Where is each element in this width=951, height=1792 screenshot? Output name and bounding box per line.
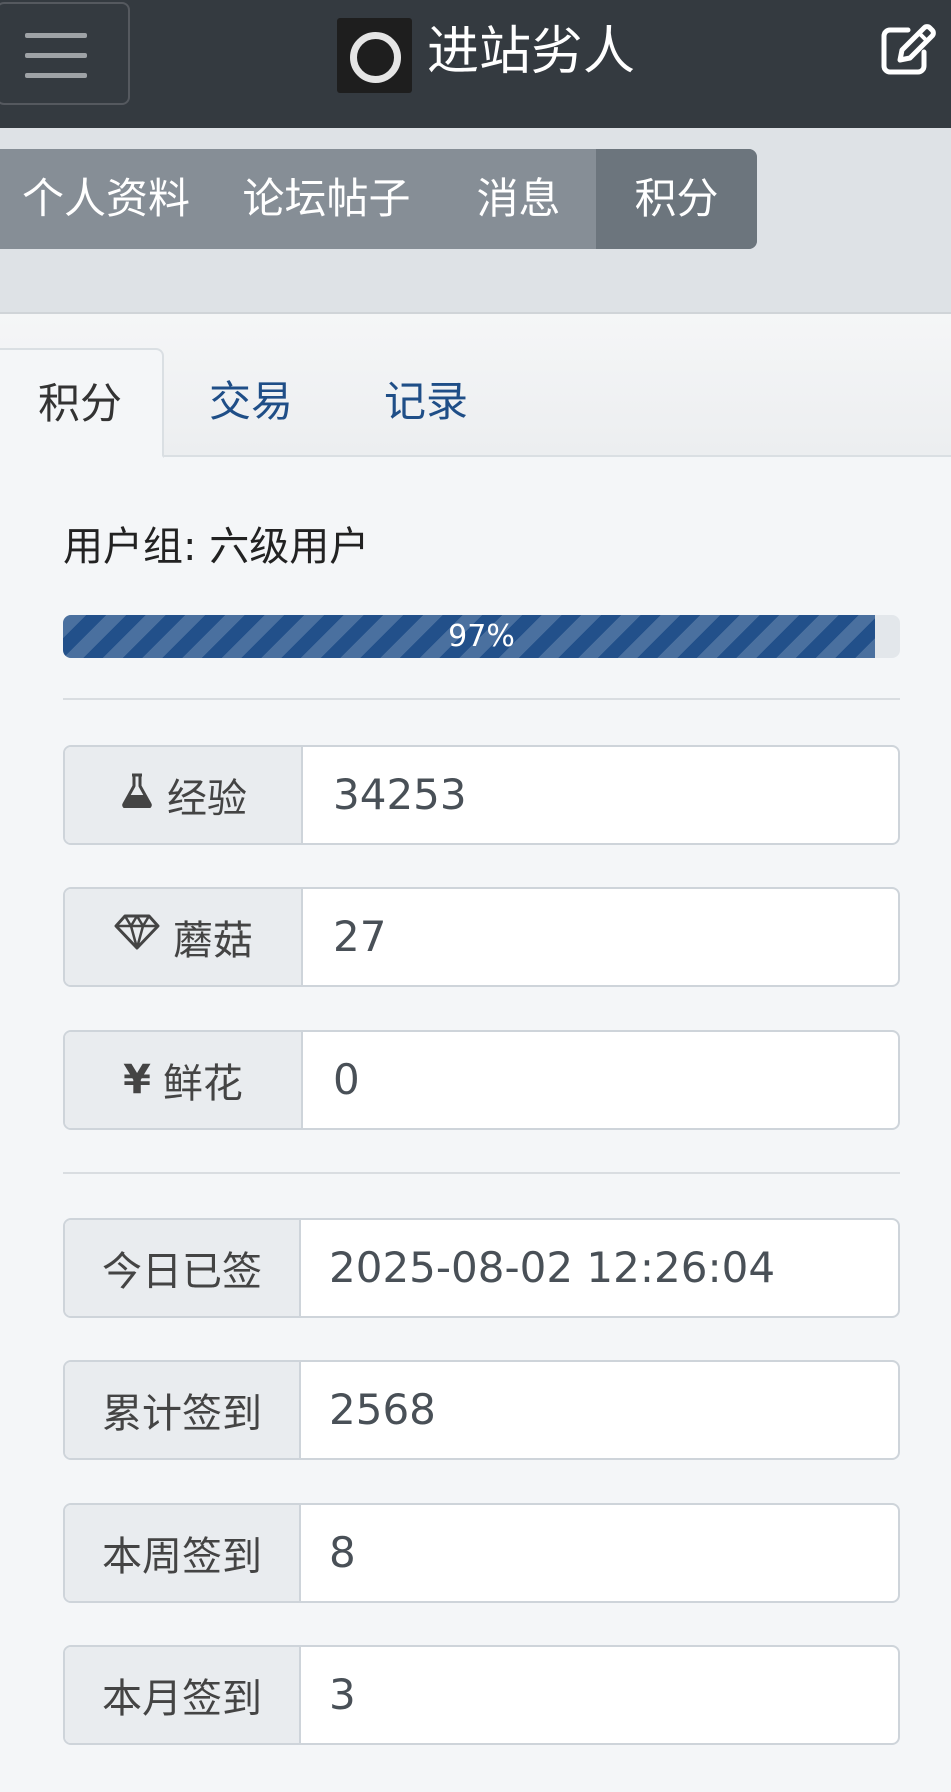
tab-bar: 积分 交易 记录 bbox=[0, 314, 951, 458]
progress-text: 97% bbox=[448, 619, 515, 654]
points-value-flowers[interactable]: 0 bbox=[333, 1032, 360, 1128]
checkin-value-total[interactable]: 2568 bbox=[329, 1362, 436, 1458]
hamburger-menu-icon-bar bbox=[25, 53, 87, 58]
points-label-addon: 经验 bbox=[65, 747, 303, 843]
menu-toggle-button[interactable] bbox=[0, 2, 130, 105]
top-navbar: 进站劣人 bbox=[0, 0, 951, 128]
subnav-item-posts[interactable]: 论坛帖子 bbox=[212, 149, 441, 249]
user-group-label: 用户组: 六级用户 bbox=[63, 524, 370, 570]
subnav-item-messages[interactable]: 消息 bbox=[441, 149, 596, 249]
checkin-label: 累计签到 bbox=[65, 1362, 301, 1458]
checkin-value-week[interactable]: 8 bbox=[329, 1505, 356, 1601]
points-label: 蘑菇 bbox=[173, 918, 253, 964]
tab-trade[interactable]: 交易 bbox=[196, 348, 306, 458]
points-value-experience[interactable]: 34253 bbox=[333, 747, 467, 843]
checkin-row-week: 本周签到 8 bbox=[63, 1503, 900, 1603]
subnav-item-points[interactable]: 积分 bbox=[596, 149, 757, 249]
diamond-icon bbox=[113, 913, 161, 961]
profile-subnav: 个人资料 论坛帖子 消息 积分 bbox=[0, 128, 951, 314]
points-row-mushroom: 蘑菇 27 bbox=[63, 887, 900, 987]
brand-title[interactable]: 进站劣人 bbox=[427, 20, 635, 84]
tab-points[interactable]: 积分 bbox=[0, 348, 164, 458]
points-label: 经验 bbox=[167, 776, 247, 822]
points-value-mushroom[interactable]: 27 bbox=[333, 889, 386, 985]
logo-ring bbox=[350, 32, 401, 83]
checkin-label: 今日已签 bbox=[65, 1220, 301, 1316]
flask-icon bbox=[119, 772, 155, 818]
checkin-row-today: 今日已签 2025-08-02 12:26:04 bbox=[63, 1218, 900, 1318]
checkin-value-today[interactable]: 2025-08-02 12:26:04 bbox=[329, 1220, 775, 1316]
points-label-addon: ¥ 鲜花 bbox=[65, 1032, 303, 1128]
divider bbox=[63, 1172, 900, 1174]
points-card: 积分 交易 记录 用户组: 六级用户 97% 经验 34253 蘑菇 27 ¥ … bbox=[0, 314, 951, 1792]
circle-logo-icon[interactable] bbox=[337, 18, 412, 93]
yen-icon: ¥ bbox=[123, 1057, 151, 1103]
divider bbox=[63, 698, 900, 700]
hamburger-menu-icon-bar bbox=[25, 73, 87, 78]
checkin-label: 本月签到 bbox=[65, 1647, 301, 1743]
subnav-pills: 个人资料 论坛帖子 消息 积分 bbox=[0, 149, 757, 249]
level-progress-bar: 97% bbox=[63, 615, 900, 658]
checkin-row-month: 本月签到 3 bbox=[63, 1645, 900, 1745]
points-label: 鲜花 bbox=[162, 1061, 243, 1107]
hamburger-menu-icon bbox=[25, 33, 87, 38]
points-row-experience: 经验 34253 bbox=[63, 745, 900, 845]
tab-records[interactable]: 记录 bbox=[371, 348, 481, 458]
edit-square-icon[interactable] bbox=[878, 22, 938, 78]
checkin-value-month[interactable]: 3 bbox=[329, 1647, 356, 1743]
points-label-addon: 蘑菇 bbox=[65, 889, 303, 985]
checkin-label: 本周签到 bbox=[65, 1505, 301, 1601]
subnav-item-profile[interactable]: 个人资料 bbox=[0, 149, 212, 249]
points-row-flowers: ¥ 鲜花 0 bbox=[63, 1030, 900, 1130]
checkin-row-total: 累计签到 2568 bbox=[63, 1360, 900, 1460]
